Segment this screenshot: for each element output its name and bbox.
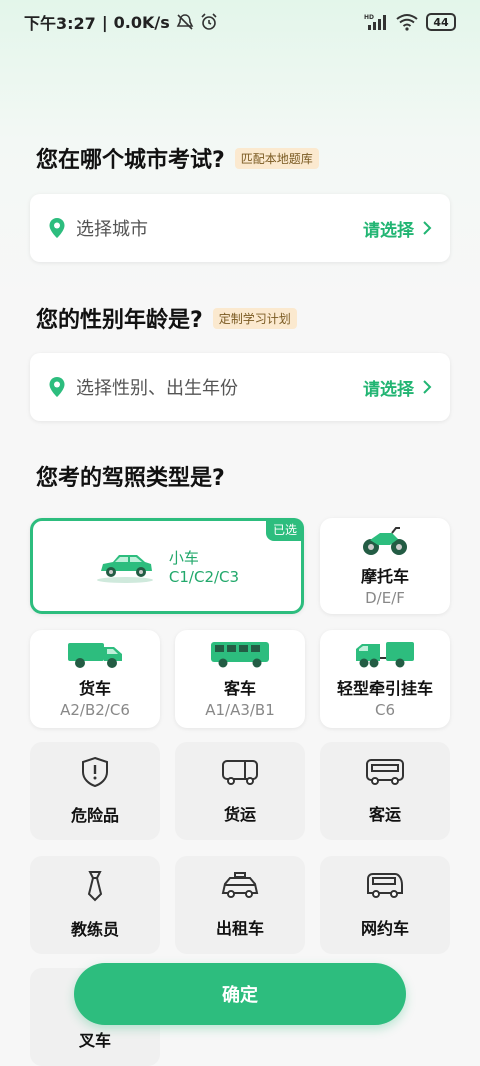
chevron-right-icon (423, 221, 432, 235)
license-title-text: 您考的驾照类型是? (36, 466, 225, 491)
gender-action-label: 请选择 (363, 379, 414, 400)
trailer-name: 轻型牵引挂车 (336, 679, 433, 698)
license-type-bus[interactable]: 客车 A1/A3/B1 (175, 630, 305, 728)
gender-select-action[interactable]: 请选择 (363, 375, 432, 400)
city-action-label: 请选择 (363, 220, 414, 241)
city-tag: 匹配本地题库 (234, 147, 319, 169)
motorcycle-code: D/E/F (365, 589, 405, 607)
network-label: HD (364, 14, 374, 21)
license-type-trailer[interactable]: 轻型牵引挂车 C6 (320, 630, 450, 728)
ride-hailing-car-icon (367, 873, 403, 898)
status-speed: 0.0K/s (113, 12, 170, 32)
taxi-icon (221, 872, 259, 898)
status-time: 下午3:27 (24, 14, 96, 33)
license-type-motorcycle[interactable]: 摩托车 D/E/F (320, 518, 450, 614)
trailer-icon (356, 642, 414, 668)
confirm-button[interactable]: 确定 (74, 963, 406, 1025)
dangerous-goods-name: 危险品 (70, 806, 119, 825)
car-icon (96, 555, 153, 583)
tie-icon (87, 871, 103, 902)
motorcycle-name: 摩托车 (360, 567, 409, 586)
city-placeholder: 选择城市 (76, 219, 148, 240)
signal-icon: HD (364, 13, 388, 31)
qualification-instructor[interactable]: 教练员 (30, 856, 160, 954)
bus-name: 客车 (223, 679, 256, 698)
car-name: 小车 (168, 548, 199, 567)
location-pin-icon (49, 218, 65, 238)
qualification-taxi[interactable]: 出租车 (175, 856, 305, 954)
city-select-card[interactable]: 选择城市 请选择 (30, 194, 450, 262)
gender-section-title: 您的性别年龄是? 定制学习计划 (36, 302, 297, 334)
license-type-car[interactable]: 小车 C1/C2/C3 已选 (30, 518, 304, 614)
mute-icon (176, 13, 194, 31)
qualification-passenger[interactable]: 客运 (320, 742, 450, 840)
motorcycle-icon (363, 527, 407, 555)
location-pin-icon (49, 377, 65, 397)
freight-truck-icon (222, 760, 258, 785)
gender-placeholder: 选择性别、出生年份 (76, 378, 238, 399)
gender-select-card[interactable]: 选择性别、出生年份 请选择 (30, 353, 450, 421)
coach-icon (366, 759, 404, 785)
chevron-right-icon (423, 380, 432, 394)
car-code: C1/C2/C3 (168, 567, 240, 586)
shield-icon (82, 756, 108, 788)
license-type-truck[interactable]: 货车 A2/B2/C6 (30, 630, 160, 728)
freight-name: 货运 (223, 805, 256, 824)
qualification-dangerous-goods[interactable]: 危险品 (30, 742, 160, 840)
instructor-name: 教练员 (70, 920, 119, 939)
qualification-ride-hailing[interactable]: 网约车 (320, 856, 450, 954)
selected-badge: 已选 (265, 518, 304, 541)
wifi-icon (396, 13, 418, 31)
trailer-code: C6 (374, 701, 396, 719)
city-section-title: 您在哪个城市考试? 匹配本地题库 (36, 142, 319, 174)
gender-tag: 定制学习计划 (212, 307, 297, 329)
bus-icon (211, 642, 269, 668)
alarm-icon (200, 13, 218, 31)
status-divider: | (101, 12, 108, 32)
truck-code: A2/B2/C6 (60, 701, 130, 719)
city-title-text: 您在哪个城市考试? (36, 148, 225, 173)
battery-icon: 44 (426, 13, 456, 31)
forklift-name: 叉车 (78, 1031, 111, 1050)
truck-icon (68, 643, 122, 668)
qualification-freight[interactable]: 货运 (175, 742, 305, 840)
taxi-name: 出租车 (215, 919, 264, 938)
ride-hailing-name: 网约车 (360, 919, 409, 938)
truck-name: 货车 (78, 679, 111, 698)
status-bar: 下午3:27 | 0.0K/s HD 44 (0, 0, 480, 44)
bus-code: A1/A3/B1 (205, 701, 275, 719)
license-section-title: 您考的驾照类型是? (36, 460, 225, 492)
city-select-action[interactable]: 请选择 (363, 216, 432, 241)
gender-title-text: 您的性别年龄是? (36, 308, 203, 333)
passenger-name: 客运 (368, 805, 401, 824)
